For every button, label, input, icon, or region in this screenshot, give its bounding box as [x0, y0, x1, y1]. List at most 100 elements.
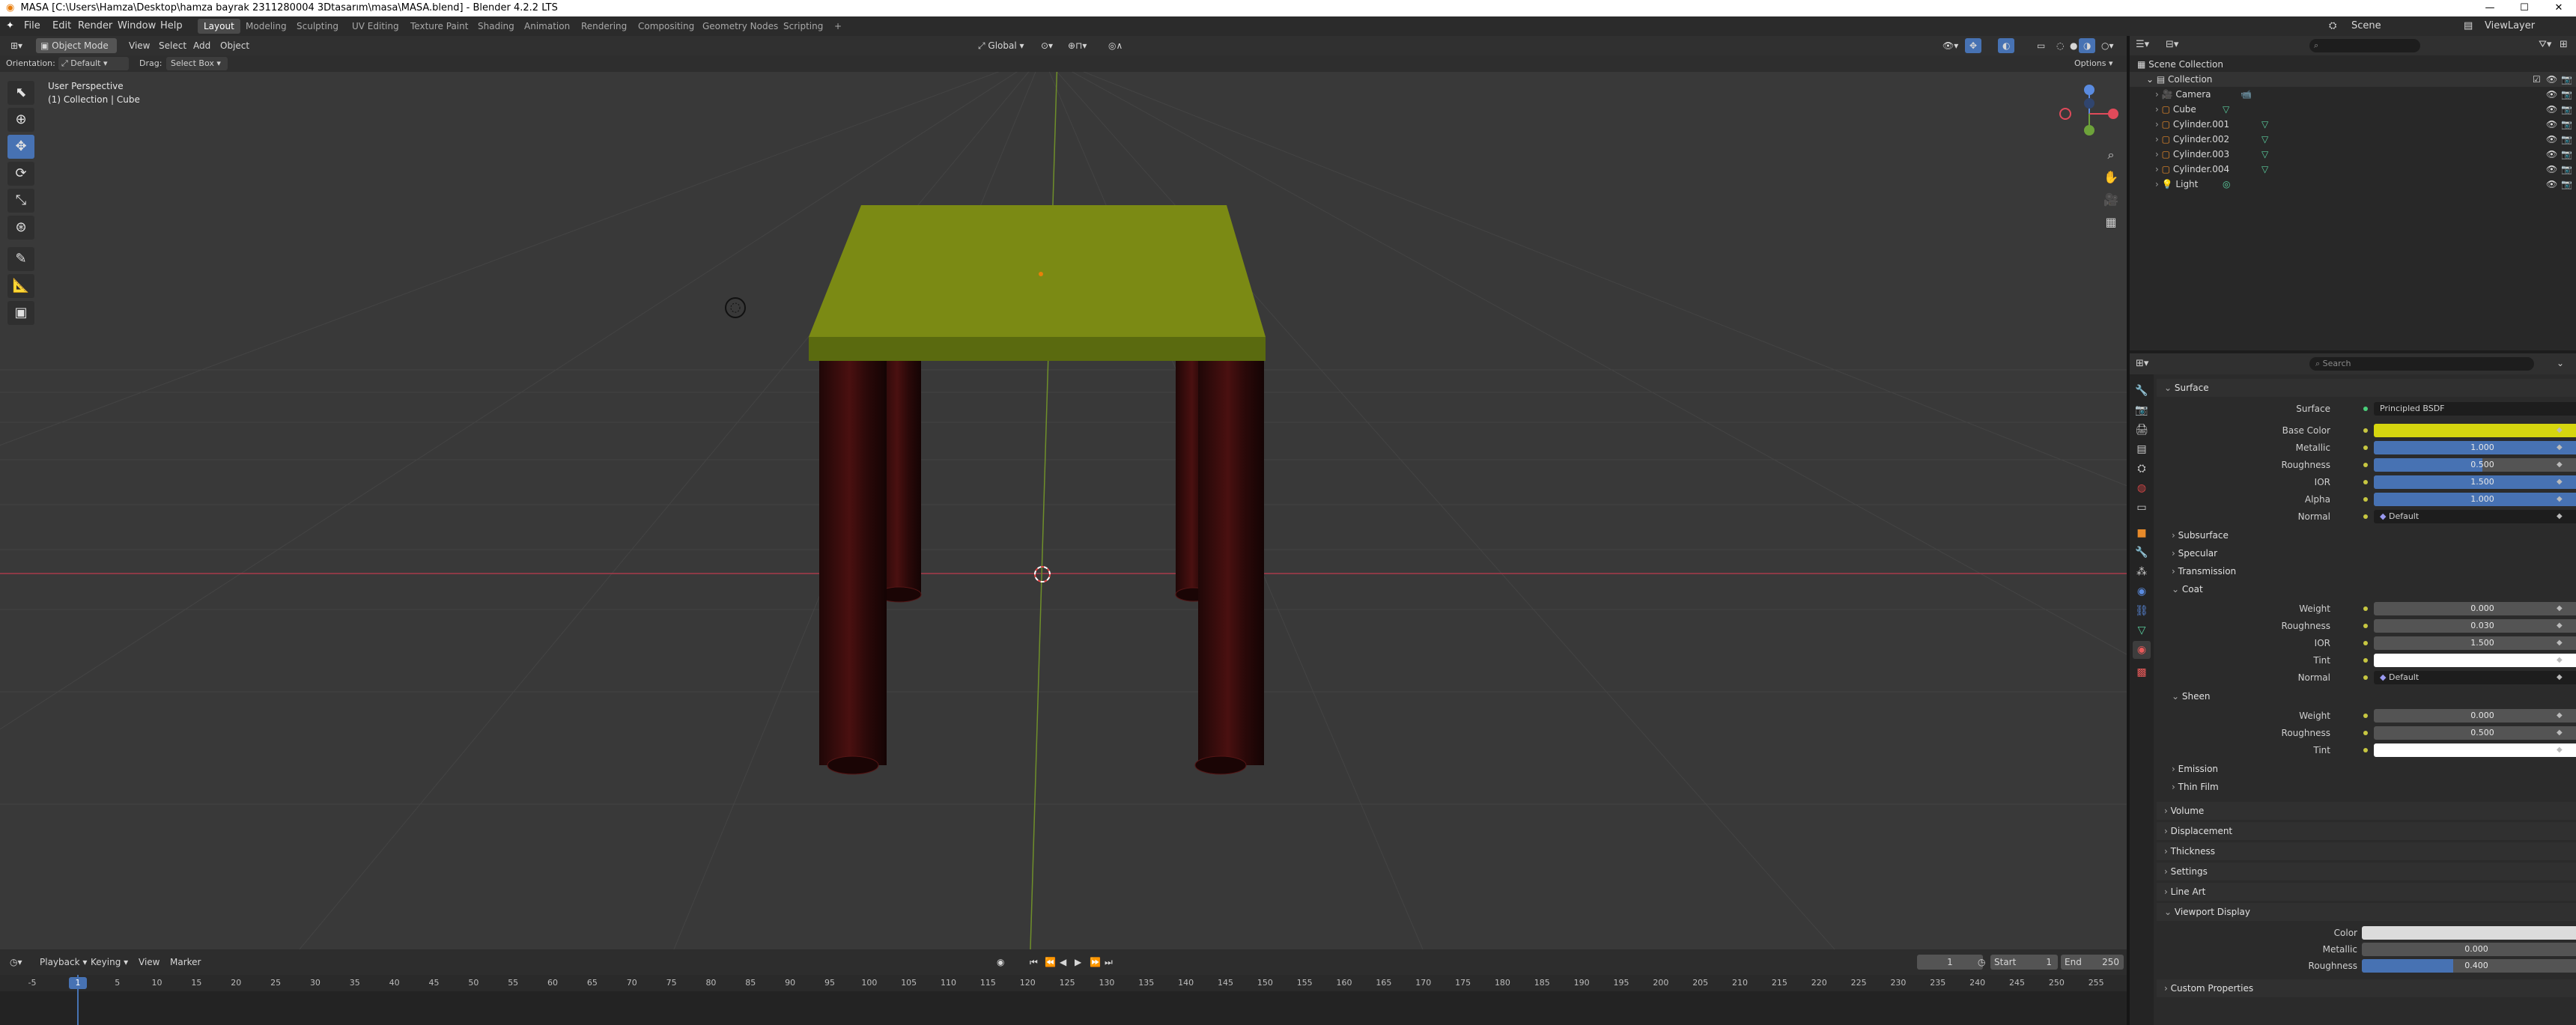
start-frame-field[interactable]: Start 1 — [1990, 955, 2058, 970]
perspective-toggle-icon[interactable]: ▦ — [2101, 213, 2121, 232]
overlay-toggle-icon[interactable]: ◐ — [1998, 38, 2015, 53]
expand-arrow-icon[interactable]: › — [2155, 179, 2159, 189]
menu-marker[interactable]: Marker — [166, 955, 204, 970]
keyframe-icon[interactable]: ◆ — [2557, 672, 2563, 684]
socket-dot-icon[interactable] — [2363, 731, 2368, 735]
menu-select[interactable]: Select — [154, 38, 191, 53]
tweak-tool-icon[interactable]: ⬉ — [7, 81, 34, 105]
tab-texture-paint[interactable]: Texture Paint — [404, 19, 474, 34]
pivot-icon[interactable]: ⊙▾ — [1036, 38, 1057, 53]
scene-tab-icon[interactable]: ⛭ — [2133, 460, 2151, 478]
options-dropdown[interactable]: Options ▾ — [2074, 55, 2112, 72]
close-button[interactable]: ✕ — [2542, 0, 2576, 16]
slider-field[interactable]: 0.030 — [2374, 619, 2576, 633]
render-camera-icon[interactable]: 📷 — [2561, 162, 2572, 177]
object-data-icon[interactable]: ▽ — [2261, 117, 2268, 132]
keyframe-icon[interactable]: ◆ — [2557, 459, 2563, 471]
object-data-icon[interactable]: ◎ — [2223, 177, 2230, 192]
expand-arrow-icon[interactable]: › — [2155, 119, 2159, 130]
tab-animation[interactable]: Animation — [518, 19, 576, 34]
menu-window[interactable]: Window — [118, 16, 156, 36]
outliner-row-object[interactable]: › ▢ Cylinder.004 ▽ 👁 📷 — [2130, 162, 2576, 177]
texture-tab-icon[interactable]: ▩ — [2133, 663, 2151, 681]
gizmo-toggle-icon[interactable]: ✥ — [1965, 38, 1982, 53]
menu-add[interactable]: Add — [189, 38, 215, 53]
current-frame-field[interactable]: 1 — [1917, 955, 1983, 970]
socket-dot-icon[interactable] — [2363, 714, 2368, 718]
panel-header[interactable]: ⌄ Sheen — [2157, 687, 2576, 705]
color-swatch[interactable] — [2374, 654, 2576, 667]
drag-dropdown[interactable]: Select Box ▾ — [166, 57, 228, 70]
tab-uv-editing[interactable]: UV Editing — [346, 19, 405, 34]
frame-ruler[interactable]: -505101520253035404550556065707580859095… — [0, 975, 2127, 991]
visibility-eye-icon[interactable]: 👁 — [2546, 132, 2557, 147]
object-tab-icon[interactable]: ■ — [2133, 524, 2151, 542]
panel-header[interactable]: › Volume — [2157, 802, 2576, 820]
socket-dot-icon[interactable] — [2363, 463, 2368, 467]
outliner-search-input[interactable]: ⌕ — [2309, 39, 2420, 52]
outliner-row-collection[interactable]: ⌄ ▤ Collection ☑ 👁 📷 — [2130, 72, 2576, 87]
expand-arrow-icon[interactable]: › — [2155, 89, 2159, 100]
tool-tab-icon[interactable]: 🔧 — [2133, 382, 2151, 400]
add-cube-tool-icon[interactable]: ▣ — [7, 301, 34, 325]
socket-dot-icon[interactable] — [2363, 514, 2368, 519]
color-swatch[interactable] — [2374, 743, 2576, 757]
visibility-eye-icon[interactable]: 👁 — [2546, 147, 2557, 162]
keyframe-icon[interactable]: ◆ — [2557, 442, 2563, 454]
timeline-area[interactable]: -505101520253035404550556065707580859095… — [0, 975, 2127, 1025]
object-data-icon[interactable]: ▽ — [2223, 102, 2229, 117]
end-frame-field[interactable]: End 250 — [2061, 955, 2124, 970]
filter-icon[interactable]: ⛛▾ — [2539, 39, 2551, 50]
shading-material-icon[interactable]: ◑ — [2079, 38, 2096, 53]
visibility-icon[interactable]: 👁▾ — [1938, 38, 1963, 53]
visibility-eye-icon[interactable]: 👁 — [2546, 162, 2557, 177]
keyframe-icon[interactable]: ◆ — [2557, 511, 2563, 523]
material-tab-icon[interactable]: ◉ — [2133, 641, 2151, 659]
outliner-row-object[interactable]: › ▢ Cylinder.002 ▽ 👁 📷 — [2130, 132, 2576, 147]
panel-header[interactable]: ⌄ Viewport Display — [2157, 903, 2576, 921]
panel-header[interactable]: ⌄ Coat — [2157, 580, 2576, 598]
socket-dot-icon[interactable] — [2363, 606, 2368, 611]
xray-icon[interactable]: ▭ — [2032, 38, 2050, 53]
3d-viewport[interactable]: Orientation: ⤢ Default ▾ Drag: Select Bo… — [0, 55, 2127, 949]
move-tool-icon[interactable]: ✥ — [7, 135, 34, 159]
menu-object[interactable]: Object — [216, 38, 254, 53]
object-data-icon[interactable]: ▽ — [2261, 132, 2268, 147]
render-camera-icon[interactable]: 📷 — [2561, 117, 2572, 132]
slider-field[interactable]: 0.400 — [2362, 959, 2576, 973]
panel-header[interactable]: › Specular — [2157, 544, 2576, 562]
keyframe-icon[interactable]: ◆ — [2557, 710, 2563, 722]
minimize-button[interactable]: — — [2473, 0, 2507, 16]
output-tab-icon[interactable]: 🖨 — [2133, 421, 2151, 439]
outliner-row-object[interactable]: › ▢ Cylinder.003 ▽ 👁 📷 — [2130, 147, 2576, 162]
tab-geometry-nodes[interactable]: Geometry Nodes — [696, 19, 784, 34]
properties-search-input[interactable]: ⌕ Search — [2309, 357, 2534, 371]
exclude-checkbox[interactable]: ☑ — [2533, 72, 2541, 87]
panel-header[interactable]: › Thickness — [2157, 842, 2576, 860]
render-tab-icon[interactable]: 📷 — [2133, 401, 2151, 419]
light-object-icon[interactable] — [725, 297, 746, 318]
visibility-eye-icon[interactable]: 👁 — [2546, 117, 2557, 132]
object-data-icon[interactable]: ▽ — [2261, 162, 2268, 177]
keyframe-icon[interactable]: ◆ — [2557, 493, 2563, 505]
auto-key-icon[interactable]: ◉ — [993, 955, 1008, 970]
measure-tool-icon[interactable]: 📐 — [7, 274, 34, 298]
slider-field[interactable]: 0.000 — [2374, 709, 2576, 723]
snap-icon[interactable]: ⊕⊓▾ — [1063, 38, 1091, 53]
jump-end-icon[interactable]: ⏭ — [1101, 955, 1117, 970]
proportional-edit-icon[interactable]: ◎∧ — [1104, 38, 1127, 53]
text-field[interactable]: ◆ Default — [2374, 671, 2576, 684]
menu-edit[interactable]: Edit — [52, 16, 71, 36]
playback-dropdown[interactable]: Playback ▾ — [36, 955, 91, 970]
render-camera-icon[interactable]: 📷 — [2561, 132, 2572, 147]
menu-file[interactable]: File — [24, 16, 40, 36]
menu-view[interactable]: View — [124, 38, 154, 53]
socket-dot-icon[interactable] — [2363, 675, 2368, 680]
slider-field[interactable]: 1.500 — [2374, 475, 2576, 489]
slider-field[interactable]: 1.000 — [2374, 493, 2576, 506]
camera-view-icon[interactable]: 🎥 — [2101, 190, 2121, 210]
outliner-editor-icon[interactable]: ☰▾ — [2136, 39, 2149, 50]
slider-field[interactable]: 0.500 — [2374, 458, 2576, 472]
keyframe-icon[interactable]: ◆ — [2557, 727, 2563, 739]
data-tab-icon[interactable]: ▽ — [2133, 621, 2151, 639]
